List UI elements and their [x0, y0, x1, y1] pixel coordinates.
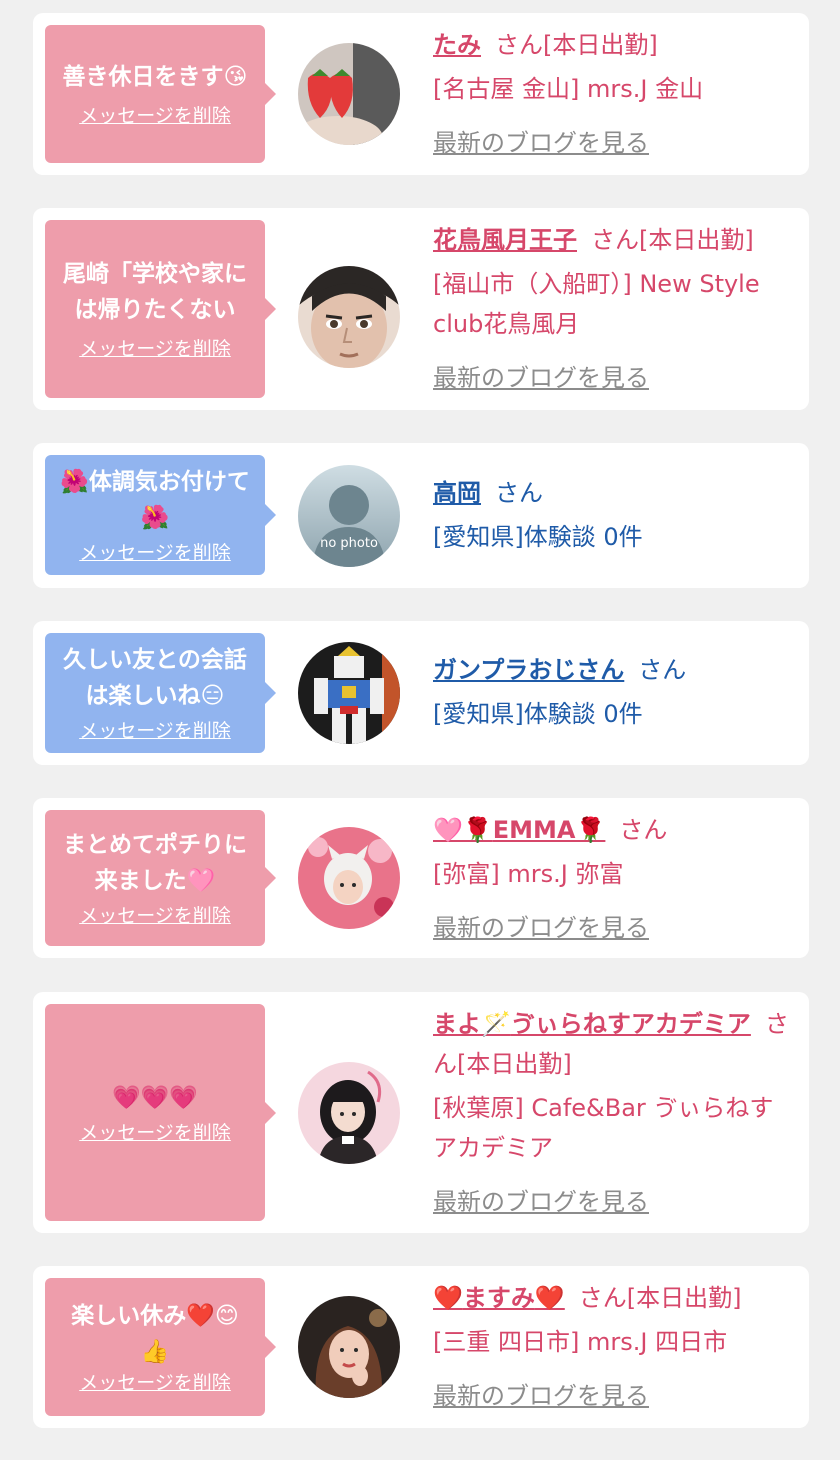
list-item: まとめてポチりに来ました🩷 メッセージを削除 🩷🌹EMMA🌹 さん [弥富] mr… [33, 798, 809, 958]
person-photo-icon [298, 1296, 400, 1398]
member-info: ❤️ますみ❤️ さん[本日出勤] [三重 四日市] mrs.J 四日市 最新のブロ… [433, 1278, 793, 1416]
member-info: 花鳥風月王子 さん[本日出勤] [福山市（入船町）] New Style club… [433, 220, 793, 398]
san-label: さん [495, 479, 543, 507]
delete-message-link[interactable]: メッセージを削除 [79, 336, 231, 362]
message-text: 尾崎「学校や家には帰りたくない [63, 261, 247, 323]
robot-photo-icon [298, 642, 400, 744]
avatar[interactable] [298, 1062, 400, 1164]
list-item: 尾崎「学校や家には帰りたくない メッセージを削除 花鳥風月王子 さん[本日出勤] … [33, 208, 809, 410]
message-text: 💗💗💗 [112, 1080, 198, 1116]
heart-rose-icon: 🩷🌹 [433, 816, 493, 844]
sparkling-heart-icon: 💗💗💗 [112, 1084, 198, 1111]
member-info: 🩷🌹EMMA🌹 さん [弥富] mrs.J 弥富 最新のブログを見る [433, 810, 793, 948]
list-item: 💗💗💗 メッセージを削除 まよ🪄ゔぃらねすアカデミア さん[本日出勤] [秋葉原]… [33, 992, 809, 1233]
shop-label: [愛知県]体験談 0件 [433, 523, 643, 551]
message-text: 久しい友との会話は楽しいね😑 [63, 647, 247, 709]
latest-blog-link[interactable]: 最新のブログを見る [433, 1376, 793, 1416]
delete-message-link[interactable]: メッセージを削除 [79, 1370, 231, 1396]
shop-label: [秋葉原] Cafe&Bar ゔぃらねすアカデミア [433, 1094, 774, 1162]
list-item: 🌺体調気お付けて🌺 メッセージを削除 no photo 高岡 さん [愛知県]体… [33, 443, 809, 588]
member-name-link[interactable]: 高岡 [433, 479, 481, 507]
message-bubble: 楽しい休み❤️😊 👍 メッセージを削除 [45, 1278, 276, 1416]
member-name-link[interactable]: 花鳥風月王子 [433, 226, 577, 254]
shop-label: [名古屋 金山] mrs.J 金山 [433, 75, 704, 103]
shop-label: [三重 四日市] mrs.J 四日市 [433, 1328, 728, 1356]
person-photo-icon [298, 1062, 400, 1164]
list-item: 楽しい休み❤️😊 👍 メッセージを削除 ❤️ますみ❤️ さん[本日出勤] [三重 … [33, 1266, 809, 1428]
message-bubble: 🌺体調気お付けて🌺 メッセージを削除 [45, 455, 276, 575]
avatar[interactable] [298, 1296, 400, 1398]
shop-label: [弥富] mrs.J 弥富 [433, 860, 624, 888]
avatar[interactable] [298, 43, 400, 145]
member-info: たみ さん[本日出勤] [名古屋 金山] mrs.J 金山 最新のブログを見る [433, 25, 793, 163]
member-name-link[interactable]: たみ [433, 31, 481, 59]
expressionless-emoji-icon: 😑 [200, 683, 225, 709]
strawberry-photo-icon [298, 43, 400, 145]
status-badge: [本日出勤] [639, 226, 754, 254]
heart-icon: ❤️ [433, 1284, 463, 1312]
member-name-link[interactable]: ガンプラおじさん [433, 656, 624, 684]
avatar[interactable]: no photo [298, 465, 400, 567]
avatar[interactable] [298, 642, 400, 744]
status-badge: [本日出勤] [457, 1050, 572, 1078]
delete-message-link[interactable]: メッセージを削除 [79, 718, 231, 744]
no-photo-label: no photo [320, 536, 378, 551]
shop-label: [福山市（入船町）] New Style club花鳥風月 [433, 270, 760, 338]
avatar[interactable] [298, 827, 400, 929]
list-item: 善き休日をきす😘 メッセージを削除 たみ さん[本日出勤] [名古屋 金山] mr… [33, 13, 809, 175]
message-bubble: まとめてポチりに来ました🩷 メッセージを削除 [45, 810, 276, 946]
status-badge: [本日出勤] [543, 31, 658, 59]
hibiscus-icon: 🌺 [140, 505, 170, 531]
member-name-link[interactable]: まよ🪄ゔぃらねすアカデミア [433, 1010, 751, 1038]
shop-label: [愛知県]体験談 0件 [433, 700, 643, 728]
status-badge: [本日出勤] [626, 1284, 742, 1312]
delete-message-link[interactable]: メッセージを削除 [79, 903, 231, 929]
member-name-link[interactable]: ❤️ますみ❤️ [433, 1284, 565, 1312]
kiss-emoji-icon: 😘 [223, 64, 248, 90]
person-photo-icon [298, 827, 400, 929]
member-info: ガンプラおじさん さん [愛知県]体験談 0件 [433, 650, 793, 734]
avatar[interactable] [298, 266, 400, 368]
member-info: 高岡 さん [愛知県]体験談 0件 [433, 473, 793, 557]
message-text: まとめてポチりに来ました🩷 [63, 832, 247, 894]
rose-icon: 🌹 [575, 816, 606, 844]
list-item: 久しい友との会話は楽しいね😑 メッセージを削除 ガンプラおじさん さん [愛知県]… [33, 621, 809, 765]
face-photo-icon [298, 266, 400, 368]
san-label: さん [495, 31, 543, 59]
magic-wand-icon: 🪄 [481, 1010, 511, 1038]
no-photo-icon: no photo [298, 465, 400, 567]
delete-message-link[interactable]: メッセージを削除 [79, 103, 231, 129]
thumbs-up-icon: 👍 [140, 1339, 170, 1365]
hibiscus-icon: 🌺 [60, 469, 89, 495]
san-label: さん [591, 226, 639, 254]
message-bubble: 💗💗💗 メッセージを削除 [45, 1004, 276, 1221]
san-label: さん [638, 656, 687, 684]
delete-message-link[interactable]: メッセージを削除 [79, 540, 231, 566]
heart-smile-icon: ❤️😊 [186, 1303, 239, 1329]
message-bubble: 尾崎「学校や家には帰りたくない メッセージを削除 [45, 220, 276, 398]
member-info: まよ🪄ゔぃらねすアカデミア さん[本日出勤] [秋葉原] Cafe&Bar ゔぃら… [433, 1004, 793, 1222]
message-text: 善き休日をきす😘 [62, 64, 248, 90]
message-bubble: 久しい友との会話は楽しいね😑 メッセージを削除 [45, 633, 276, 753]
latest-blog-link[interactable]: 最新のブログを見る [433, 908, 793, 948]
message-text: 楽しい休み❤️😊 👍 [71, 1303, 239, 1365]
pink-heart-icon: 🩷 [186, 868, 216, 894]
heart-icon: ❤️ [534, 1284, 565, 1312]
message-text: 🌺体調気お付けて🌺 [60, 469, 250, 531]
latest-blog-link[interactable]: 最新のブログを見る [433, 1182, 793, 1222]
message-list: 善き休日をきす😘 メッセージを削除 たみ さん[本日出勤] [名古屋 金山] mr… [0, 0, 840, 1460]
san-label: さん [578, 1284, 627, 1312]
delete-message-link[interactable]: メッセージを削除 [79, 1120, 231, 1146]
latest-blog-link[interactable]: 最新のブログを見る [433, 123, 793, 163]
latest-blog-link[interactable]: 最新のブログを見る [433, 358, 793, 398]
message-bubble: 善き休日をきす😘 メッセージを削除 [45, 25, 276, 163]
san-label: さん [619, 816, 668, 844]
member-name-link[interactable]: 🩷🌹EMMA🌹 [433, 816, 605, 844]
